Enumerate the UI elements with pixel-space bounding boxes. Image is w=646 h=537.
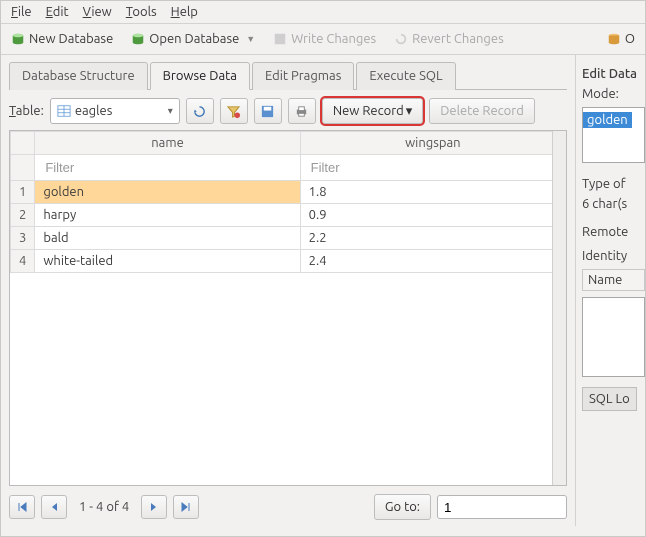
next-page-button[interactable]: [141, 495, 167, 519]
open-database-button[interactable]: Open Database ▼: [131, 32, 255, 46]
row-header-corner: [11, 132, 35, 155]
tab-bar: Database Structure Browse Data Edit Prag…: [9, 61, 567, 90]
main-toolbar: New Database Open Database ▼ Write Chang…: [1, 24, 645, 55]
write-changes-button: Write Changes: [273, 32, 376, 46]
table-row[interactable]: 2harpy0.9: [11, 204, 566, 227]
open-project-label: O: [625, 32, 635, 46]
database-project-icon: [607, 32, 621, 46]
refresh-icon: [192, 104, 207, 119]
data-table-container: name wingspan 1golden1.82harpy0.93bald2.…: [9, 130, 567, 486]
cell-wingspan[interactable]: 2.4: [300, 250, 565, 273]
menu-help[interactable]: Help: [171, 5, 198, 19]
print-icon: [294, 104, 309, 119]
tab-execute-sql[interactable]: Execute SQL: [356, 62, 455, 90]
cell-name[interactable]: harpy: [35, 204, 300, 227]
first-page-icon: [16, 501, 28, 513]
filter-name-input[interactable]: [43, 159, 291, 176]
row-number[interactable]: 3: [11, 227, 35, 250]
page-range: 1 - 4 of 4: [79, 500, 129, 514]
prev-page-icon: [49, 502, 59, 512]
cell-wingspan[interactable]: 1.8: [300, 181, 565, 204]
revert-changes-label: Revert Changes: [412, 32, 504, 46]
table-select[interactable]: eagles: [50, 98, 180, 124]
new-database-button[interactable]: New Database: [11, 32, 113, 46]
cell-name[interactable]: white-tailed: [35, 250, 300, 273]
pager: 1 - 4 of 4 Go to:: [9, 494, 567, 520]
table-icon: [57, 104, 71, 118]
filter-wingspan-input[interactable]: [309, 159, 557, 176]
menu-bar: File Edit View Tools Help: [1, 1, 645, 24]
identity-label: Identity: [582, 249, 645, 263]
delete-record-button: Delete Record: [429, 98, 535, 124]
filter-name-cell[interactable]: [35, 155, 300, 181]
edit-cell-title: Edit Data: [582, 67, 645, 81]
type-line2: 6 char(s: [582, 197, 645, 211]
sql-log-button[interactable]: SQL Lo: [582, 387, 637, 411]
database-new-icon: [11, 32, 25, 46]
row-number[interactable]: 2: [11, 204, 35, 227]
name-column-header: Name: [582, 269, 645, 291]
goto-button[interactable]: Go to:: [374, 494, 431, 520]
open-project-button[interactable]: O: [607, 32, 635, 46]
column-header-name[interactable]: name: [35, 132, 300, 155]
cell-value[interactable]: golden: [583, 112, 632, 128]
first-page-button[interactable]: [9, 495, 35, 519]
menu-edit[interactable]: Edit: [46, 5, 69, 19]
vertical-scrollbar[interactable]: [552, 131, 566, 485]
side-panel: Edit Data Mode: golden Type of 6 char(s …: [575, 55, 645, 526]
column-header-wingspan[interactable]: wingspan: [300, 132, 565, 155]
write-changes-label: Write Changes: [291, 32, 376, 46]
remote-label: Remote: [582, 225, 645, 239]
browse-toolbar: Table: eagles New Record▾ Del: [9, 98, 567, 124]
goto-input[interactable]: [437, 495, 567, 519]
revert-changes-icon: [394, 32, 408, 46]
menu-tools[interactable]: Tools: [126, 5, 157, 19]
menu-file[interactable]: File: [11, 5, 32, 19]
filter-row-corner: [11, 155, 35, 181]
filter-wingspan-cell[interactable]: [300, 155, 565, 181]
new-record-label: New Record: [333, 104, 404, 118]
table-row[interactable]: 4white-tailed2.4: [11, 250, 566, 273]
save-table-button[interactable]: [254, 98, 282, 124]
table-label: Table:: [9, 104, 44, 118]
tab-edit-pragmas[interactable]: Edit Pragmas: [252, 62, 354, 90]
row-number[interactable]: 4: [11, 250, 35, 273]
funnel-clear-icon: [226, 104, 241, 119]
tab-browse-data[interactable]: Browse Data: [150, 62, 250, 90]
new-database-label: New Database: [29, 32, 113, 46]
table-row[interactable]: 3bald2.2: [11, 227, 566, 250]
table-row[interactable]: 1golden1.8: [11, 181, 566, 204]
remote-list[interactable]: [582, 297, 645, 377]
chevron-down-icon[interactable]: ▼: [246, 34, 255, 44]
cell-wingspan[interactable]: 0.9: [300, 204, 565, 227]
menu-view[interactable]: View: [83, 5, 112, 19]
next-page-icon: [149, 502, 159, 512]
new-record-button[interactable]: New Record▾: [322, 98, 423, 124]
database-open-icon: [131, 32, 145, 46]
cell-wingspan[interactable]: 2.2: [300, 227, 565, 250]
last-page-icon: [180, 501, 192, 513]
mode-label: Mode:: [582, 87, 645, 101]
save-icon: [260, 104, 275, 119]
print-button[interactable]: [288, 98, 316, 124]
data-table[interactable]: name wingspan 1golden1.82harpy0.93bald2.…: [10, 131, 566, 273]
tab-database-structure[interactable]: Database Structure: [9, 62, 148, 90]
clear-filters-button[interactable]: [220, 98, 248, 124]
row-number[interactable]: 1: [11, 181, 35, 204]
prev-page-button[interactable]: [41, 495, 67, 519]
open-database-label: Open Database: [149, 32, 239, 46]
chevron-down-icon[interactable]: ▾: [406, 104, 413, 119]
cell-name[interactable]: golden: [35, 181, 300, 204]
last-page-button[interactable]: [173, 495, 199, 519]
revert-changes-button: Revert Changes: [394, 32, 504, 46]
refresh-button[interactable]: [186, 98, 214, 124]
write-changes-icon: [273, 32, 287, 46]
type-line1: Type of: [582, 177, 645, 191]
cell-name[interactable]: bald: [35, 227, 300, 250]
table-name: eagles: [75, 104, 113, 118]
